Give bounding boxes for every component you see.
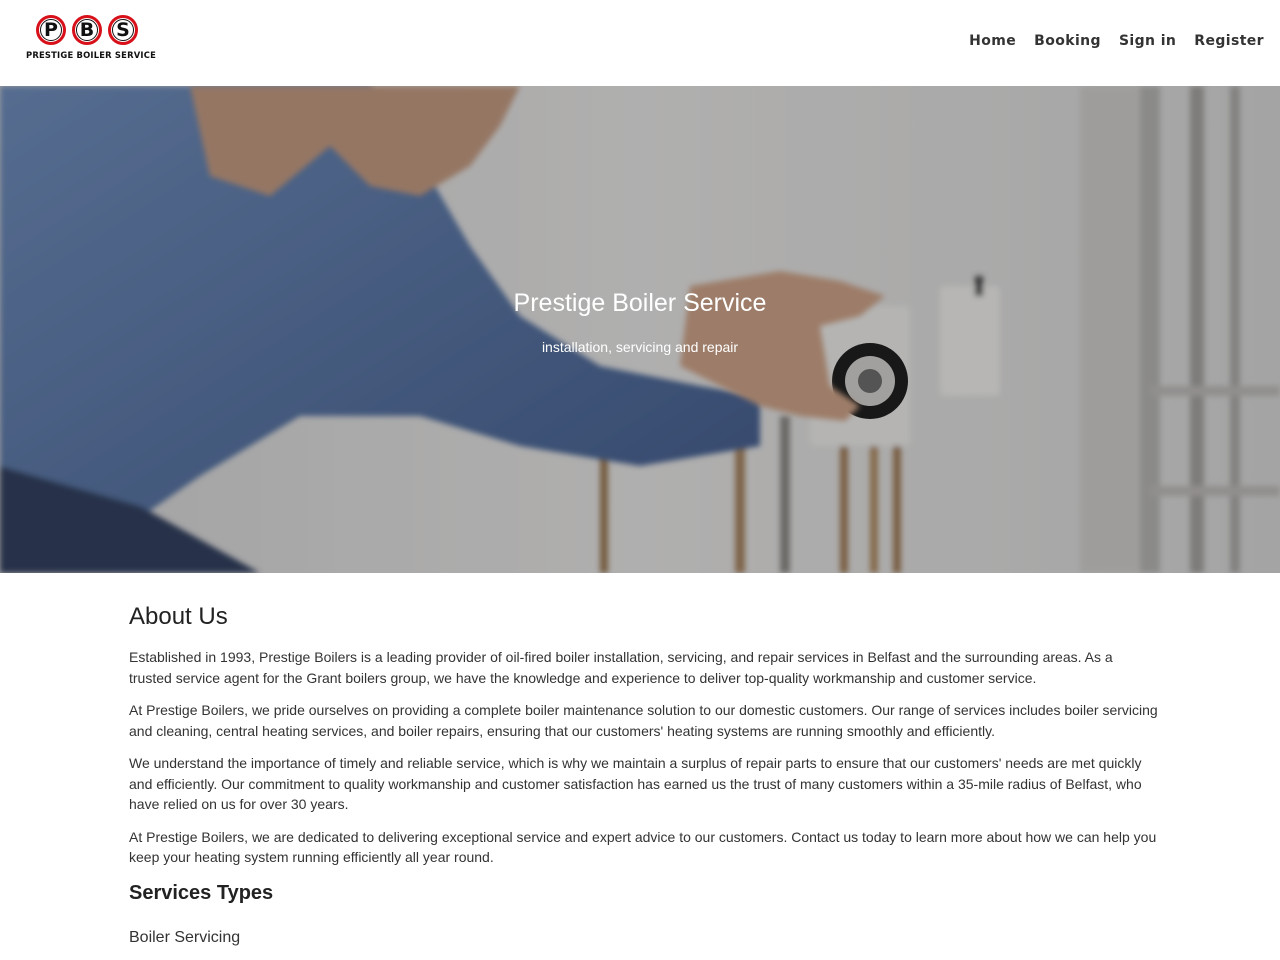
hero-banner: Prestige Boiler Service installation, se… xyxy=(0,86,1280,573)
main-content: About Us Established in 1993, Prestige B… xyxy=(129,573,1159,947)
about-paragraph: At Prestige Boilers, we are dedicated to… xyxy=(129,828,1157,866)
logo[interactable]: P B S PRESTIGE BOILER SERVICE xyxy=(26,15,176,65)
logo-mark: P B S xyxy=(36,15,176,45)
nav-register-link[interactable]: Register xyxy=(1194,33,1264,49)
hero-overlay xyxy=(0,86,1280,573)
about-heading: About Us xyxy=(129,603,228,630)
nav-sign-in-link[interactable]: Sign in xyxy=(1119,33,1176,49)
about-paragraph: Established in 1993, Prestige Boilers is… xyxy=(129,649,1113,686)
logo-circle-s: S xyxy=(108,15,138,45)
service-item: Boiler Servicing xyxy=(129,928,241,946)
nav-home-link[interactable]: Home xyxy=(969,33,1016,49)
logo-circle-b: B xyxy=(72,15,102,45)
about-paragraph: At Prestige Boilers, we pride ourselves … xyxy=(129,702,1158,739)
services-heading: Services Types xyxy=(129,881,274,904)
about-paragraph: We understand the importance of timely a… xyxy=(129,755,1142,812)
nav-booking-link[interactable]: Booking xyxy=(1034,33,1101,49)
logo-text: PRESTIGE BOILER SERVICE xyxy=(26,50,156,60)
site-header: P B S PRESTIGE BOILER SERVICE Home Booki… xyxy=(0,0,1280,86)
main-nav: Home Booking Sign in Register xyxy=(969,33,1264,49)
hero-title: Prestige Boiler Service xyxy=(513,289,767,317)
logo-circle-p: P xyxy=(36,15,66,45)
hero-subtitle: installation, servicing and repair xyxy=(541,339,739,355)
